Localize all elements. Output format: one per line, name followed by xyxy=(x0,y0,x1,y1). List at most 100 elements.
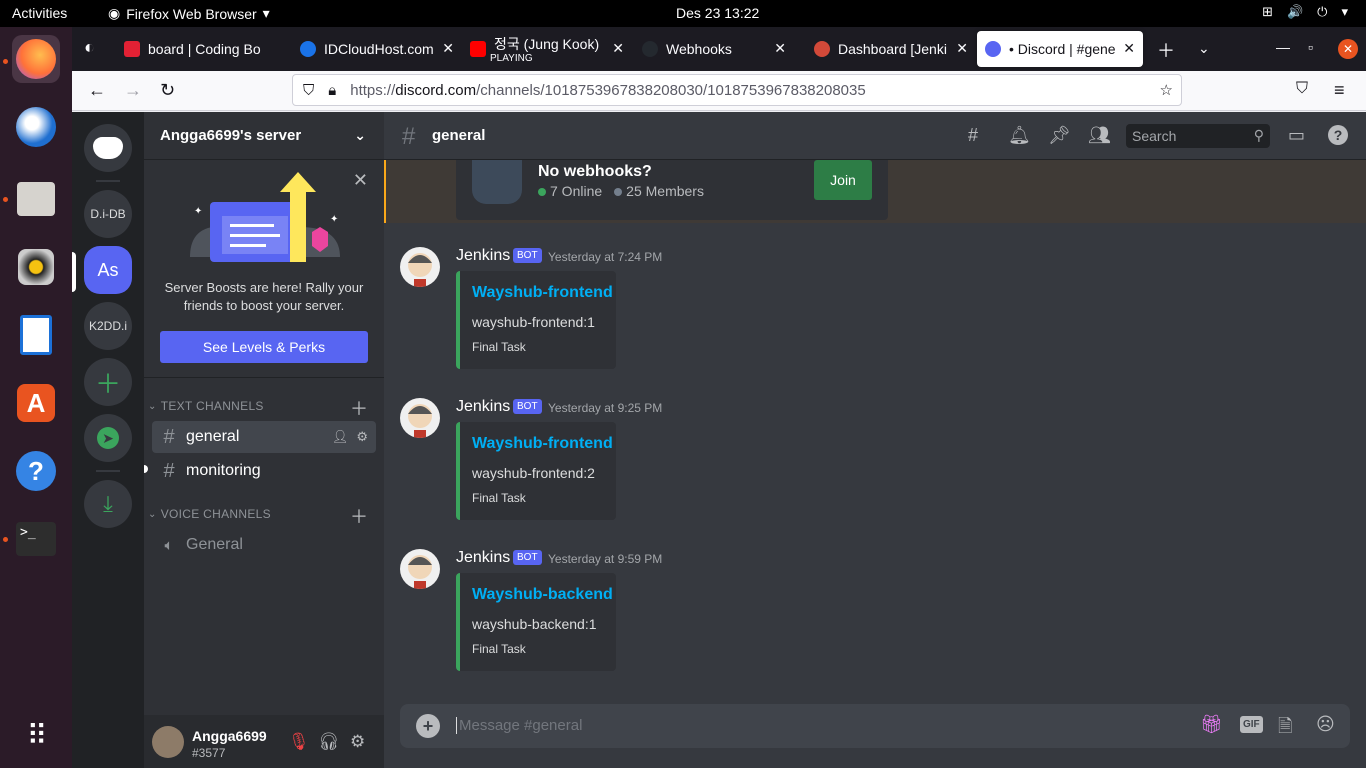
close-tab-icon[interactable]: ✕ xyxy=(612,40,624,57)
url-bar[interactable]: ⛉ 🔒︎ https://discord.com/channels/101875… xyxy=(292,74,1182,106)
tab-discord[interactable]: • Discord | #gene ✕ xyxy=(977,31,1143,67)
message: Jenkins BOT Yesterday at 9:59 PM Wayshub… xyxy=(384,547,1366,687)
gif-button[interactable]: GIF xyxy=(1240,716,1263,733)
show-apps-button[interactable]: ⠿ xyxy=(12,711,60,759)
new-tab-button[interactable]: ＋ xyxy=(1157,37,1175,63)
server-header[interactable]: Angga6699's server ⌄ xyxy=(144,112,384,160)
message-author[interactable]: Jenkins xyxy=(456,549,510,567)
dock-firefox[interactable] xyxy=(12,35,60,83)
url-text[interactable]: https://discord.com/channels/10187539678… xyxy=(350,82,865,99)
folder-icon xyxy=(17,182,55,216)
clock[interactable]: Des 23 13:22 xyxy=(676,5,759,21)
maximize-button[interactable]: ▫ xyxy=(1308,39,1313,55)
sticker-icon[interactable]: 🗎 xyxy=(1278,714,1292,744)
unread-indicator xyxy=(144,465,148,473)
add-server-icon[interactable]: ＋ xyxy=(84,358,132,406)
jenkins-avatar[interactable] xyxy=(400,549,440,589)
channel-title: general xyxy=(432,127,486,144)
guild-di-db[interactable]: D.i-DB xyxy=(84,190,132,238)
dock-thunderbird[interactable] xyxy=(12,103,60,151)
headphones-icon[interactable]: 🎧︎ xyxy=(318,732,340,752)
threads-icon[interactable]: # xyxy=(968,125,978,146)
dock-terminal[interactable]: >_ xyxy=(12,515,60,563)
embed-title[interactable]: Wayshub-backend xyxy=(472,586,613,604)
boost-text: Server Boosts are here! Rally your frien… xyxy=(164,280,364,313)
app-menu[interactable]: ◉ Firefox Web Browser ▾ xyxy=(108,5,270,22)
members-icon[interactable]: 👥︎ xyxy=(1088,125,1111,146)
message-author[interactable]: Jenkins xyxy=(456,398,510,416)
embed-title[interactable]: Wayshub-frontend xyxy=(472,284,613,302)
close-tab-icon[interactable]: ✕ xyxy=(442,40,454,57)
pocket-icon[interactable]: ⛉ xyxy=(1296,80,1308,98)
menu-icon[interactable]: ≡ xyxy=(1334,80,1345,101)
reload-button[interactable]: ↻ xyxy=(160,80,175,101)
jenkins-avatar[interactable] xyxy=(400,398,440,438)
pin-icon[interactable]: 📌︎ xyxy=(1048,125,1071,146)
channel-sidebar: Angga6699's server ⌄ ✕ ✦ ✦ Server Boosts… xyxy=(144,112,384,768)
discord-home-button[interactable] xyxy=(84,124,132,172)
invite-member-icon[interactable]: 👤︎ xyxy=(332,429,349,445)
user-tag: #3577 xyxy=(192,746,226,760)
attach-plus-icon[interactable]: + xyxy=(416,714,440,738)
avatar[interactable] xyxy=(152,726,184,758)
system-tray[interactable]: ⊞ 🔊 ⏻ ▾ xyxy=(1262,4,1348,20)
message-author[interactable]: Jenkins xyxy=(456,247,510,265)
emoji-icon[interactable]: ☹ xyxy=(1316,714,1335,735)
dock-writer[interactable] xyxy=(12,311,60,359)
forward-button[interactable]: → xyxy=(124,80,142,101)
server-list: D.i-DB As K2DD.i ＋ ➤ ⤓ xyxy=(72,112,144,768)
bell-icon[interactable]: 🔔︎ xyxy=(1008,125,1031,146)
tab-jenkins[interactable]: Dashboard [Jenki ✕ xyxy=(806,31,976,67)
tab-webhooks[interactable]: Webhooks ✕ xyxy=(634,31,794,67)
message-composer[interactable]: + Message #general 🎁︎ GIF 🗎 ☹ xyxy=(400,704,1350,748)
tab-label: 정국 (Jung Kook) xyxy=(494,36,600,52)
shield-icon[interactable]: ⛉ xyxy=(303,82,314,99)
guild-k2dd[interactable]: K2DD.i xyxy=(84,302,132,350)
dock-rhythmbox[interactable] xyxy=(12,243,60,291)
mute-mic-icon[interactable]: 🎙︎ xyxy=(288,732,310,752)
dock-files[interactable] xyxy=(12,175,60,223)
embed-title[interactable]: Wayshub-frontend xyxy=(472,435,613,453)
close-tab-icon[interactable]: ✕ xyxy=(1123,40,1135,57)
list-tabs-button[interactable]: ⌄ xyxy=(1198,40,1210,57)
firefox-view-icon[interactable]: ◐ xyxy=(84,37,95,58)
text-channels-category[interactable]: ⌄ TEXT CHANNELS ＋ xyxy=(148,399,368,419)
lock-icon[interactable]: 🔒︎ xyxy=(328,82,336,99)
bookmark-star-icon[interactable]: ☆ xyxy=(1160,81,1173,99)
voice-channel-general[interactable]: 🔈︎ General xyxy=(152,529,376,561)
close-window-button[interactable]: ✕ xyxy=(1338,39,1358,59)
download-apps-icon[interactable]: ⤓ xyxy=(84,480,132,528)
create-channel-icon[interactable]: ＋ xyxy=(350,395,368,421)
close-icon[interactable]: ✕ xyxy=(353,170,368,191)
minimize-button[interactable]: — xyxy=(1276,39,1290,55)
help-icon[interactable]: ? xyxy=(1328,125,1348,145)
user-panel: Angga6699 #3577 🎙︎ 🎧︎ ⚙ xyxy=(144,715,384,768)
close-tab-icon[interactable]: ✕ xyxy=(956,40,968,57)
channel-monitoring[interactable]: # monitoring xyxy=(152,455,376,487)
dock: A ? >_ ⠿ xyxy=(0,27,72,768)
message-input[interactable]: Message #general xyxy=(456,717,582,734)
channel-general[interactable]: # general 👤︎ ⚙ xyxy=(152,421,376,453)
tab-board[interactable]: board | Coding Bo xyxy=(116,31,284,67)
back-button[interactable]: ← xyxy=(88,80,106,101)
jenkins-avatar[interactable] xyxy=(400,247,440,287)
voice-channels-category[interactable]: ⌄ VOICE CHANNELS ＋ xyxy=(148,507,368,527)
tab-youtube[interactable]: 정국 (Jung Kook) PLAYING ✕ xyxy=(462,31,632,67)
dock-app-center[interactable]: A xyxy=(12,379,60,427)
see-levels-button[interactable]: See Levels & Perks xyxy=(160,331,368,363)
join-button[interactable]: Join xyxy=(814,160,872,200)
activities-button[interactable]: Activities xyxy=(12,5,67,21)
tab-idcloudhost[interactable]: IDCloudHost.com ✕ xyxy=(292,31,462,67)
navigation-bar: ← → ↻ ⛉ 🔒︎ https://discord.com/channels/… xyxy=(72,71,1366,111)
gear-icon[interactable]: ⚙ xyxy=(350,732,365,752)
guild-angga-server[interactable]: As xyxy=(84,246,132,294)
gear-icon[interactable]: ⚙ xyxy=(356,429,368,445)
close-tab-icon[interactable]: ✕ xyxy=(774,40,786,57)
search-input[interactable]: Search ⚲ xyxy=(1126,124,1270,148)
inbox-icon[interactable]: ▭ xyxy=(1288,125,1305,146)
create-channel-icon[interactable]: ＋ xyxy=(350,503,368,529)
dock-help[interactable]: ? xyxy=(12,447,60,495)
explore-compass-icon[interactable]: ➤ xyxy=(84,414,132,462)
gift-icon[interactable]: 🎁︎ xyxy=(1200,714,1223,735)
invite-message: No webhooks? 7 Online 25 Members Join xyxy=(384,160,1366,223)
